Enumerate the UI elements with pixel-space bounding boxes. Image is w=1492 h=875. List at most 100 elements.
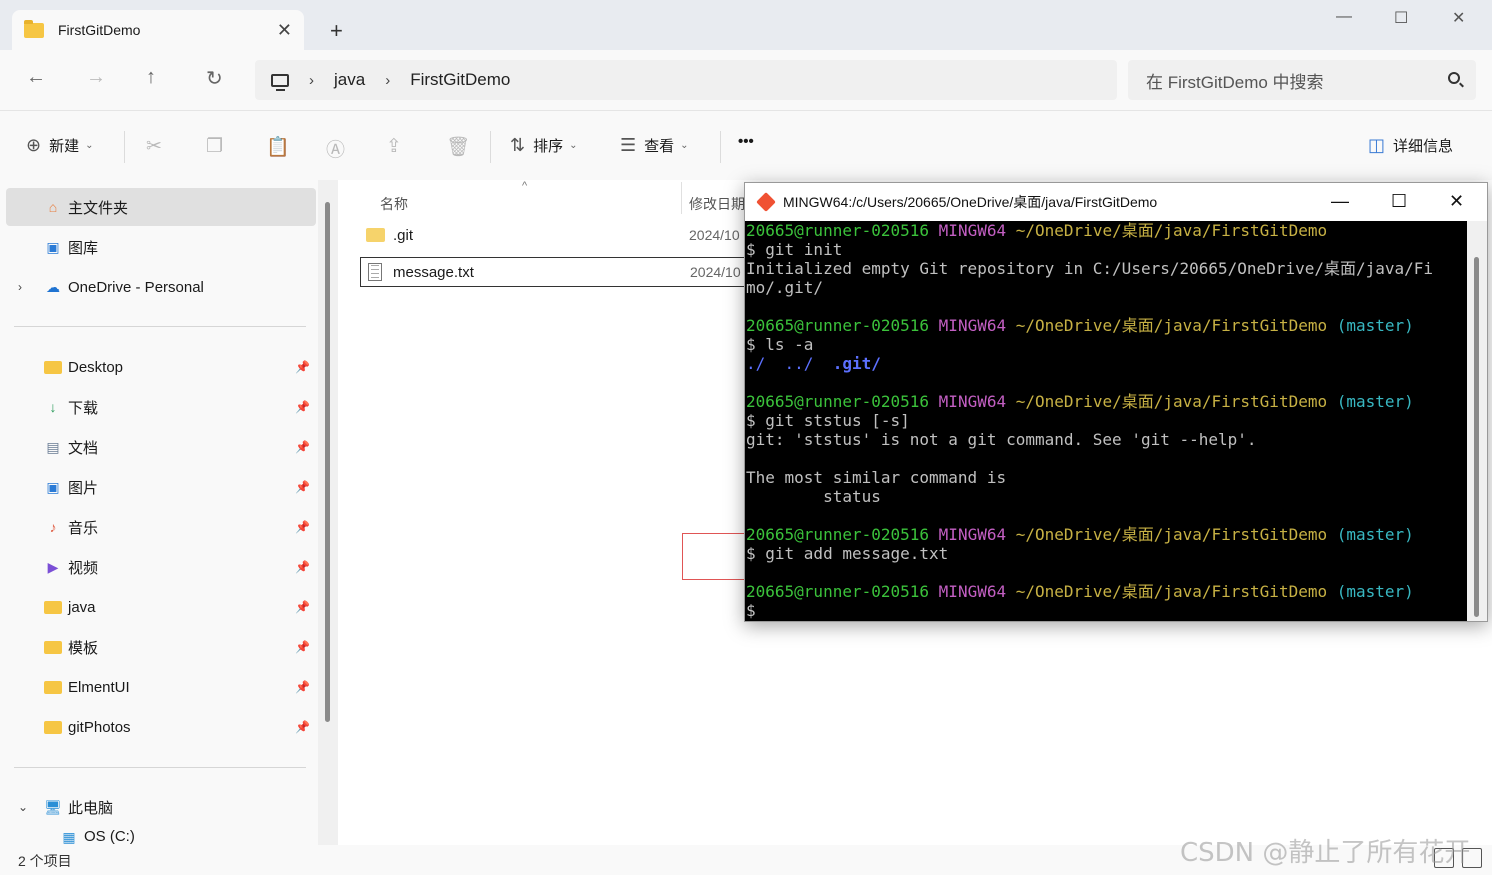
pin-icon[interactable]: 📌 — [295, 720, 310, 734]
sidebar-label: OS (C:) — [84, 828, 135, 845]
sidebar-item-documents[interactable]: ▤ 文档 📌 — [6, 428, 316, 466]
column-divider[interactable] — [681, 182, 682, 214]
up-arrow-icon[interactable]: ↑ — [146, 66, 156, 89]
drive-icon: ▦ — [62, 828, 76, 845]
back-arrow-icon[interactable]: ← — [26, 66, 46, 89]
address-bar[interactable]: › java › FirstGitDemo — [255, 60, 1117, 100]
terminal-output[interactable]: 20665@runner-020516 MINGW64 ~/OneDrive/桌… — [745, 221, 1467, 621]
pin-icon[interactable]: 📌 — [295, 600, 310, 614]
chevron-right-icon[interactable]: › — [385, 72, 390, 89]
folder-icon — [44, 640, 62, 654]
delete-icon[interactable]: 🗑 — [446, 135, 470, 159]
sidebar-item-this-pc[interactable]: ⌄ 🖥 此电脑 — [6, 788, 316, 826]
search-icon[interactable] — [1448, 72, 1460, 84]
folder-icon — [366, 228, 385, 242]
sidebar-item-gitphotos[interactable]: gitPhotos 📌 — [6, 708, 316, 746]
pin-icon[interactable]: 📌 — [295, 360, 310, 374]
sidebar-item-onedrive[interactable]: › ☁ OneDrive - Personal — [6, 268, 316, 306]
more-icon: ••• — [738, 133, 754, 150]
terminal-window[interactable]: MINGW64:/c/Users/20665/OneDrive/桌面/java/… — [744, 182, 1488, 622]
view-label: 查看 — [644, 138, 675, 155]
divider — [124, 131, 125, 163]
sidebar-label: 下载 — [68, 399, 99, 417]
view-button[interactable]: ☰ 查看 ⌄ — [620, 135, 689, 156]
scrollbar-thumb[interactable] — [1474, 257, 1479, 617]
minimize-icon[interactable]: — — [1331, 191, 1349, 212]
folder-icon — [44, 600, 62, 614]
pin-icon[interactable]: 📌 — [295, 400, 310, 414]
sidebar-item-videos[interactable]: ▶ 视频 📌 — [6, 548, 316, 586]
chevron-right-icon[interactable]: › — [309, 72, 314, 89]
sidebar-item-java[interactable]: java 📌 — [6, 588, 316, 626]
tab-firstgitdemo[interactable]: FirstGitDemo ✕ — [12, 10, 304, 50]
scrollbar-thumb[interactable] — [325, 202, 330, 722]
terminal-title-bar[interactable]: MINGW64:/c/Users/20665/OneDrive/桌面/java/… — [745, 183, 1487, 221]
cut-icon[interactable]: ✂ — [146, 135, 162, 158]
video-icon: ▶ — [47, 558, 59, 575]
refresh-icon[interactable]: ↻ — [206, 66, 223, 91]
close-window-icon[interactable]: ✕ — [1452, 8, 1465, 28]
pin-icon[interactable]: 📌 — [295, 640, 310, 654]
sidebar-scrollbar[interactable] — [318, 180, 338, 845]
pin-icon[interactable]: 📌 — [295, 480, 310, 494]
prompt-user: 20665@runner-020516 — [746, 525, 930, 544]
column-header-name[interactable]: 名称 — [380, 194, 408, 214]
watermark: CSDN @静止了所有花开 — [1180, 838, 1471, 868]
paste-icon[interactable]: 📋 — [266, 135, 290, 159]
sidebar-item-pictures[interactable]: ▣ 图片 📌 — [6, 468, 316, 506]
sort-button[interactable]: ⇅ 排序 ⌄ — [510, 135, 578, 156]
new-button[interactable]: ⊕ 新建 ⌄ — [26, 135, 94, 156]
this-pc-icon[interactable] — [271, 73, 289, 91]
computer-icon: 🖥 — [44, 798, 62, 815]
chevron-down-icon: ⌄ — [85, 140, 94, 151]
pin-icon[interactable]: 📌 — [295, 440, 310, 454]
sidebar-item-music[interactable]: ♪ 音乐 📌 — [6, 508, 316, 546]
column-header-date[interactable]: 修改日期 — [689, 194, 745, 214]
close-tab-icon[interactable]: ✕ — [277, 20, 292, 41]
sidebar-label: 文档 — [68, 439, 99, 457]
close-icon[interactable]: ✕ — [1449, 191, 1464, 212]
pin-icon[interactable]: 📌 — [295, 560, 310, 574]
sidebar-label: 视频 — [68, 559, 99, 577]
tab-title: FirstGitDemo — [58, 22, 141, 38]
folder-icon — [44, 680, 62, 694]
plus-circle-icon: ⊕ — [26, 135, 42, 155]
terminal-title: MINGW64:/c/Users/20665/OneDrive/桌面/java/… — [783, 194, 1158, 210]
sidebar-item-downloads[interactable]: ↓ 下载 📌 — [6, 388, 316, 426]
copy-icon[interactable]: ❐ — [206, 135, 223, 158]
pin-icon[interactable]: 📌 — [295, 520, 310, 534]
chevron-down-icon[interactable]: ⌄ — [18, 800, 28, 814]
chevron-down-icon: ⌄ — [569, 140, 578, 151]
view-icon: ☰ — [620, 135, 637, 155]
maximize-icon[interactable]: ☐ — [1394, 8, 1408, 28]
forward-arrow-icon[interactable]: → — [86, 66, 106, 89]
prompt-env: MINGW64 — [938, 392, 1007, 411]
more-options-button[interactable]: ••• — [738, 133, 754, 150]
music-icon: ♪ — [49, 519, 57, 535]
share-icon[interactable]: ⇪ — [386, 135, 402, 158]
sidebar-item-home[interactable]: ⌂ 主文件夹 — [6, 188, 316, 226]
gallery-icon: ▣ — [46, 238, 60, 255]
minimize-icon[interactable]: — — [1336, 8, 1352, 26]
text-file-icon — [368, 263, 382, 281]
sidebar-item-os-drive[interactable]: ▦ OS (C:) — [6, 828, 316, 845]
sidebar-item-gallery[interactable]: ▣ 图库 — [6, 228, 316, 266]
file-row-message-txt[interactable]: message.txt 2024/10 — [360, 257, 760, 287]
sidebar-label: ElmentUI — [68, 678, 130, 696]
details-button[interactable]: ◫ 详细信息 — [1368, 135, 1453, 156]
terminal-scrollbar[interactable] — [1467, 221, 1487, 621]
breadcrumb-firstgitdemo[interactable]: FirstGitDemo — [410, 70, 510, 90]
sidebar-item-templates[interactable]: 模板 📌 — [6, 628, 316, 666]
chevron-right-icon[interactable]: › — [18, 280, 22, 294]
sidebar-item-desktop[interactable]: Desktop 📌 — [6, 348, 316, 386]
search-input[interactable]: 在 FirstGitDemo 中搜索 — [1128, 60, 1476, 100]
sidebar-item-elmentui[interactable]: ElmentUI 📌 — [6, 668, 316, 706]
file-row-git[interactable]: .git 2024/10 — [360, 220, 760, 250]
maximize-icon[interactable]: ☐ — [1391, 191, 1407, 212]
breadcrumb-java[interactable]: java — [334, 70, 365, 90]
pin-icon[interactable]: 📌 — [295, 680, 310, 694]
prompt-env: MINGW64 — [938, 582, 1007, 601]
new-tab-button[interactable]: + — [330, 18, 343, 44]
sidebar-label: 主文件夹 — [68, 199, 129, 217]
rename-icon[interactable]: Ⓐ — [326, 135, 345, 162]
